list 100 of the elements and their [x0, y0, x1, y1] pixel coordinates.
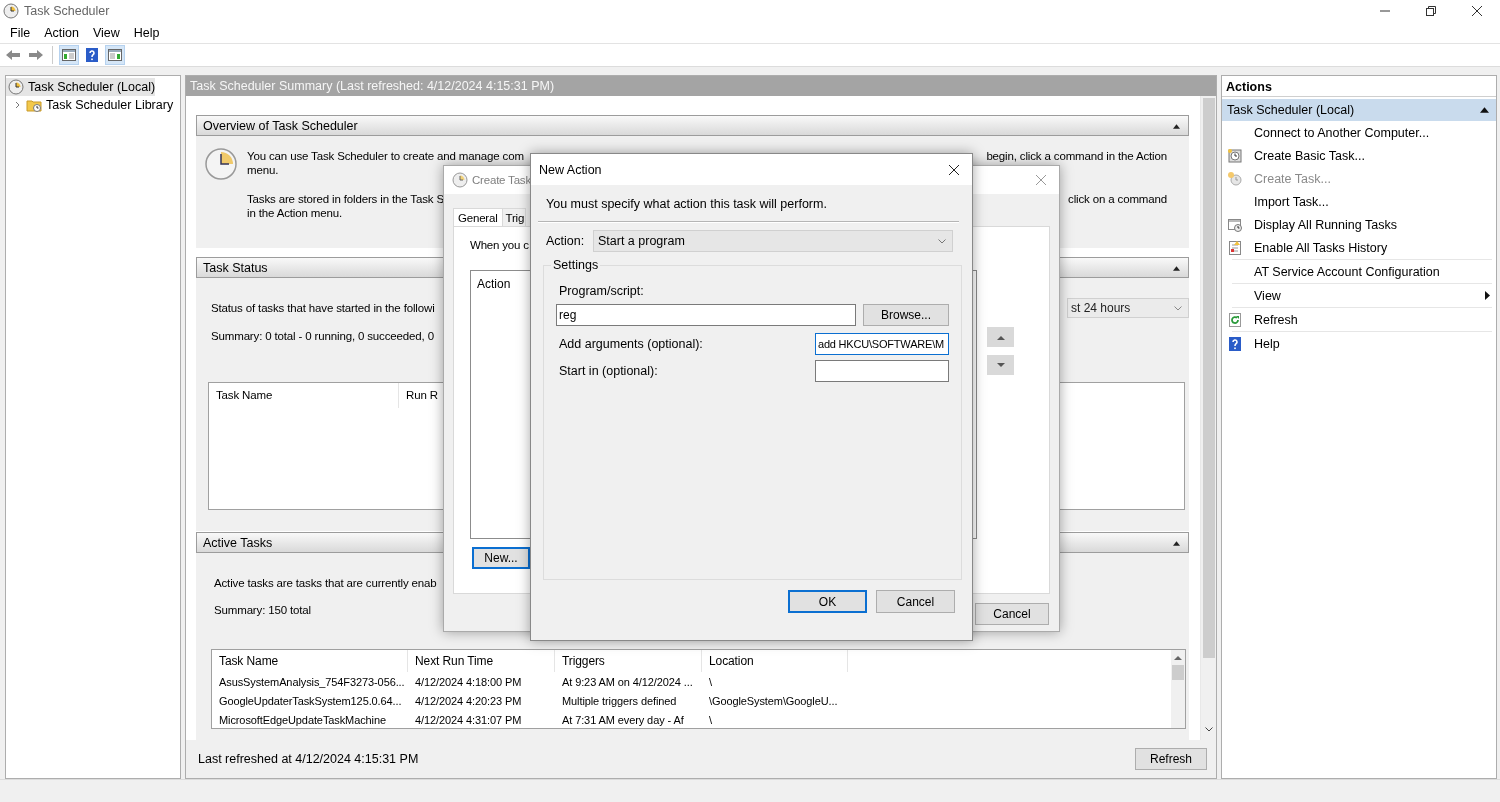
status-text: Status of tasks that have started in the followi: [211, 302, 435, 314]
scrollbar[interactable]: [1171, 650, 1185, 728]
restore-icon: [1425, 5, 1437, 17]
collapse-icon[interactable]: [1173, 264, 1180, 271]
collapse-icon[interactable]: [1480, 107, 1489, 113]
arguments-field[interactable]: add HKCU\SOFTWARE\M: [815, 333, 949, 355]
action-item[interactable]: AT Service Account Configuration: [1222, 260, 1496, 283]
clock-icon: [3, 3, 19, 19]
column-header[interactable]: Task Name: [212, 650, 408, 672]
caret-icon: [1174, 305, 1182, 311]
pane-icon: [61, 47, 77, 63]
help-icon: [1227, 335, 1243, 352]
action-item[interactable]: Import Task...: [1222, 190, 1496, 213]
dialog-title: New Action: [539, 162, 602, 177]
settings-title: Settings: [552, 258, 600, 272]
cancel-button[interactable]: Cancel: [876, 590, 955, 613]
scroll-down-icon[interactable]: [1204, 727, 1213, 732]
section-title: Task Status: [203, 260, 268, 275]
scroll-thumb[interactable]: [1202, 98, 1215, 658]
summary-text: Summary: 150 total: [214, 604, 311, 616]
table-cell-text: AsusSystemAnalysis_754F3273-056...: [218, 675, 406, 688]
actions-title: Actions: [1222, 76, 1496, 97]
table-cell-text: 4/12/2024 4:20:23 PM: [414, 694, 523, 707]
overview-text: click on a command: [1068, 192, 1167, 206]
table-cell-text: \: [708, 675, 713, 688]
column-header[interactable]: Run R: [399, 383, 438, 408]
show-actions-button[interactable]: [105, 45, 125, 65]
field-label: Start in (optional):: [559, 364, 658, 378]
action-item[interactable]: Create Basic Task...: [1222, 144, 1496, 167]
close-icon: [1035, 174, 1047, 186]
action-label: Action:: [546, 234, 586, 248]
action-item[interactable]: Help: [1222, 332, 1496, 355]
clock-icon: [205, 148, 237, 180]
action-dropdown[interactable]: Start a program: [593, 230, 953, 252]
field-label: Add arguments (optional):: [559, 337, 703, 351]
period-dropdown[interactable]: st 24 hours: [1067, 298, 1189, 318]
up-triangle-icon: [996, 334, 1005, 340]
collapse-icon[interactable]: [1173, 122, 1180, 129]
scrollbar[interactable]: [1200, 96, 1216, 740]
column-header[interactable]: Action: [477, 277, 511, 291]
refresh-button[interactable]: Refresh: [1135, 748, 1207, 770]
show-tree-button[interactable]: [59, 45, 79, 65]
column-header[interactable]: Location: [702, 650, 848, 672]
document-icon: [1227, 239, 1243, 256]
action-item[interactable]: Enable All Tasks History: [1222, 236, 1496, 259]
start-in-field[interactable]: [815, 360, 949, 382]
actions-group-header[interactable]: Task Scheduler (Local): [1222, 99, 1496, 121]
window-title: Task Scheduler: [24, 4, 110, 18]
refresh-icon: [1227, 311, 1243, 328]
table-cell-text: 4/12/2024 4:18:00 PM: [414, 675, 523, 688]
action-item[interactable]: View: [1222, 284, 1496, 307]
menu-item[interactable]: Action: [37, 23, 86, 42]
tree-item[interactable]: Task Scheduler Library: [6, 96, 174, 114]
table-cell-text: GoogleUpdaterTaskSystem125.0.64...: [218, 694, 403, 707]
table-cell-text: \: [708, 713, 713, 726]
down-triangle-icon: [996, 362, 1005, 368]
menu-item[interactable]: File: [3, 23, 38, 42]
dialog-title: Create Task: [472, 174, 531, 186]
pane-icon: [107, 47, 123, 63]
browse-button[interactable]: Browse...: [863, 304, 949, 326]
summary-text: Summary: 0 total - 0 running, 0 succeeded, 0: [211, 330, 434, 342]
table-cell-text: \GoogleSystem\GoogleU...: [708, 694, 839, 707]
menu-item[interactable]: Help: [126, 23, 167, 42]
folder-clock-icon: [26, 97, 42, 113]
overview-text: Tasks are stored in folders in the Task S: [247, 192, 444, 206]
left-arrow-icon: [5, 47, 21, 63]
action-item[interactable]: Refresh: [1222, 308, 1496, 331]
cancel-button[interactable]: Cancel: [975, 603, 1049, 625]
menu-item[interactable]: View: [85, 23, 127, 42]
scroll-thumb[interactable]: [1172, 665, 1184, 680]
help-icon: [84, 47, 100, 63]
tree-item[interactable]: Task Scheduler (Local): [6, 78, 156, 96]
table-cell-text: 4/12/2024 4:31:07 PM: [414, 713, 523, 726]
new-button[interactable]: New...: [472, 547, 530, 569]
instruction-text: You must specify what action this task will perform.: [545, 197, 828, 211]
section-header[interactable]: Overview of Task Scheduler: [196, 115, 1189, 136]
column-header[interactable]: Triggers: [555, 650, 702, 672]
tab[interactable]: General: [453, 208, 503, 226]
column-header[interactable]: Task Name: [209, 383, 399, 408]
intro-text: When you c: [470, 239, 529, 251]
chevron-icon[interactable]: [14, 101, 22, 109]
section-title: Overview of Task Scheduler: [203, 118, 358, 133]
tab[interactable]: Trig: [502, 208, 527, 226]
move-up-button[interactable]: [987, 327, 1014, 347]
table-cell-text: MicrosoftEdgeUpdateTaskMachine: [218, 713, 387, 726]
move-down-button[interactable]: [987, 355, 1014, 375]
program-field[interactable]: reg: [556, 304, 856, 326]
ok-button[interactable]: OK: [788, 590, 867, 613]
overview-text: begin, click a command in the Action: [986, 149, 1167, 163]
clock-icon: [452, 172, 468, 188]
column-header[interactable]: Next Run Time: [408, 650, 555, 672]
overview-text: You can use Task Scheduler to create and manage com: [247, 149, 524, 163]
collapse-icon[interactable]: [1173, 539, 1180, 546]
action-item[interactable]: Connect to Another Computer...: [1222, 121, 1496, 144]
submenu-arrow-icon: [1485, 291, 1490, 300]
clock-icon: [8, 79, 24, 95]
close-icon: [1471, 5, 1483, 17]
overview-text: menu.: [247, 163, 279, 177]
action-item[interactable]: Display All Running Tasks: [1222, 213, 1496, 236]
scroll-up-icon[interactable]: [1174, 655, 1182, 660]
